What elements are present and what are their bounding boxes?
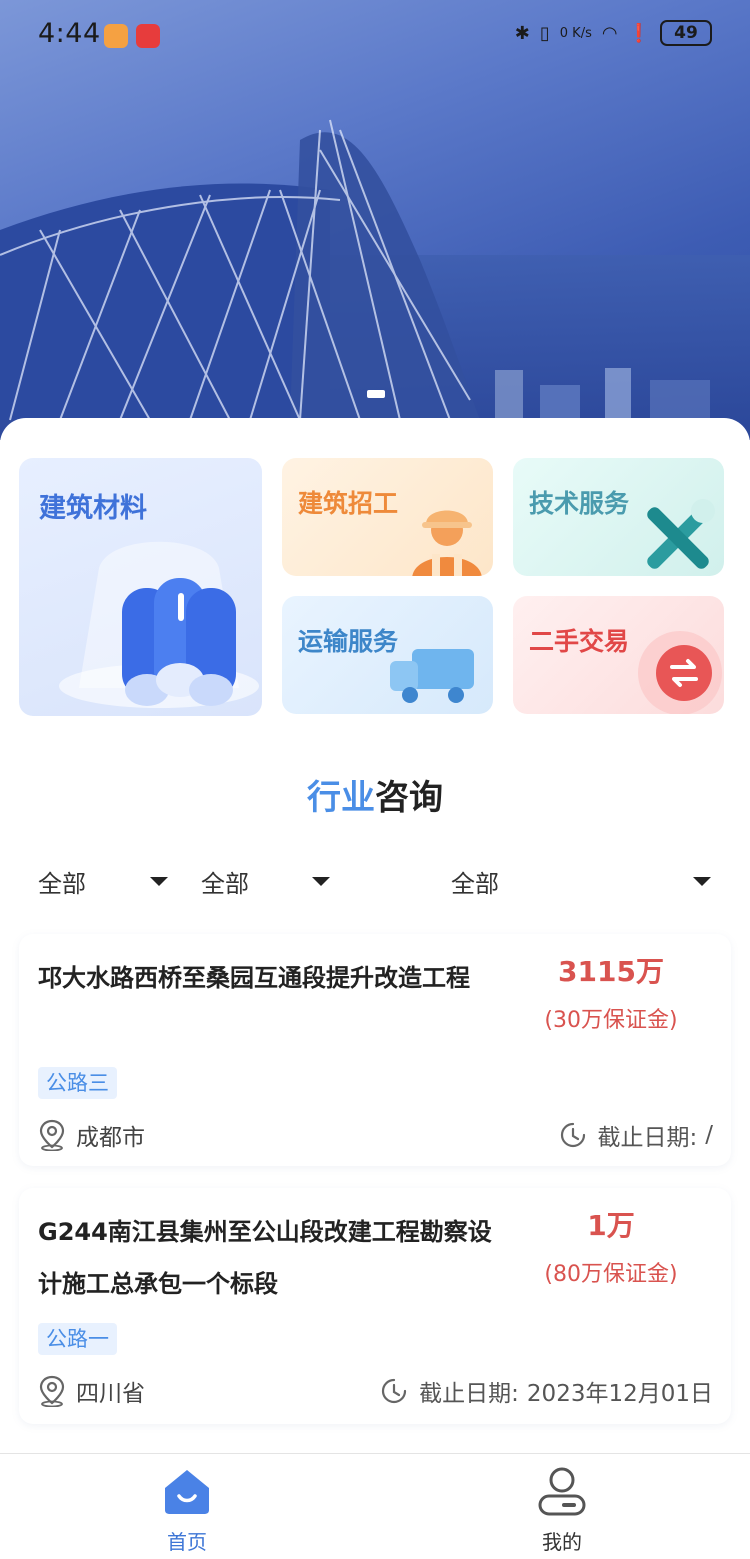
location-text: 成都市 [76, 1125, 145, 1151]
section-title-accent: 行业 [307, 778, 375, 818]
bottom-nav: 首页 我的 [0, 1453, 750, 1559]
caret-down-icon [312, 877, 330, 886]
item-location: 成都市 [38, 1117, 145, 1153]
item-location: 四川省 [38, 1373, 145, 1409]
section-title-industry-consult: 行业咨询 [0, 770, 750, 819]
category-transport[interactable]: 运输服务 [282, 596, 493, 714]
notification-app-icon-2 [136, 24, 160, 48]
pipes-icon [59, 541, 259, 708]
category-tech-service[interactable]: 技术服务 [513, 458, 724, 576]
item-deadline: 截止日期: 2023年12月01日 [379, 1373, 713, 1409]
worker-icon [412, 510, 482, 576]
alert-icon: ❗ [627, 22, 650, 44]
wifi-icon: ◠ [601, 22, 618, 44]
deadline-label: 截止日期: [597, 1125, 698, 1151]
category-building-materials[interactable]: 建筑材料 [19, 458, 262, 716]
category-label: 二手交易 [529, 627, 630, 656]
filter-label: 全部 [451, 869, 499, 898]
clock-icon [382, 1378, 407, 1404]
network-speed: 0 K/s [559, 25, 592, 41]
battery-icon: 49 [660, 20, 712, 46]
filter-label: 全部 [38, 869, 86, 898]
deadline-value: / [705, 1122, 713, 1148]
nav-label: 我的 [542, 1530, 582, 1554]
exchange-icon [638, 631, 722, 714]
list-item[interactable]: G244南江县集州至公山段改建工程勘察设计施工总承包一个标段 1万 (80万保证… [19, 1188, 731, 1424]
item-deadline: 截止日期: / [558, 1117, 713, 1153]
filter-bar: 全部 全部 全部 [19, 853, 731, 909]
hero-banner[interactable]: 4:44 ✱ ▯ 0 K/s ◠ ❗ 49 [0, 0, 750, 440]
clock-icon [560, 1122, 585, 1148]
truck-icon [390, 649, 474, 703]
deadline-value: 2023年12月01日 [526, 1381, 713, 1407]
item-amount: 3115万 [558, 955, 664, 988]
system-icons: ✱ ▯ 0 K/s ◠ ❗ 49 [515, 20, 712, 46]
filter-dropdown-2[interactable]: 全部 [201, 853, 331, 909]
filter-dropdown-3[interactable]: 全部 [451, 853, 713, 909]
notification-app-icon [104, 24, 128, 48]
list-item[interactable]: 邛大水路西桥至桑园互通段提升改造工程 3115万 (30万保证金) 公路三 成都… [19, 934, 731, 1166]
nav-home[interactable]: 首页 [127, 1466, 247, 1555]
category-recruitment[interactable]: 建筑招工 [282, 458, 493, 576]
banner-page-indicator [367, 390, 385, 398]
tools-icon [647, 499, 715, 569]
main-panel: 建筑材料 建筑招工 技术服务 运输服务 二手交易 行业咨询 全部 全部 全部 邛… [0, 418, 750, 1458]
section-title-rest: 咨询 [375, 778, 443, 818]
item-title: G244南江县集州至公山段改建工程勘察设计施工总承包一个标段 [38, 1218, 492, 1298]
item-tag: 公路三 [38, 1067, 117, 1099]
nav-label: 首页 [167, 1530, 207, 1554]
category-label: 建筑招工 [298, 489, 399, 518]
location-pin-icon [39, 1119, 65, 1151]
category-second-hand[interactable]: 二手交易 [513, 596, 724, 714]
status-bar: 4:44 ✱ ▯ 0 K/s ◠ ❗ 49 [0, 0, 750, 70]
item-title: 邛大水路西桥至桑园互通段提升改造工程 [38, 964, 470, 992]
home-icon [165, 1470, 209, 1514]
vibrate-icon: ▯ [539, 22, 550, 44]
nav-profile[interactable]: 我的 [502, 1466, 622, 1555]
item-amount: 1万 [587, 1209, 635, 1242]
clock: 4:44 [38, 18, 101, 49]
item-deposit: (30万保证金) [544, 1008, 678, 1033]
filter-label: 全部 [201, 869, 249, 898]
deadline-label: 截止日期: [419, 1381, 519, 1407]
bluetooth-icon: ✱ [514, 22, 530, 44]
location-pin-icon [39, 1375, 65, 1407]
filter-dropdown-1[interactable]: 全部 [38, 853, 168, 909]
item-deposit: (80万保证金) [544, 1262, 678, 1287]
caret-down-icon [693, 877, 711, 886]
location-text: 四川省 [76, 1381, 145, 1407]
caret-down-icon [150, 877, 168, 886]
category-label: 技术服务 [529, 489, 630, 518]
item-tag: 公路一 [38, 1323, 117, 1355]
user-icon [538, 1467, 586, 1516]
